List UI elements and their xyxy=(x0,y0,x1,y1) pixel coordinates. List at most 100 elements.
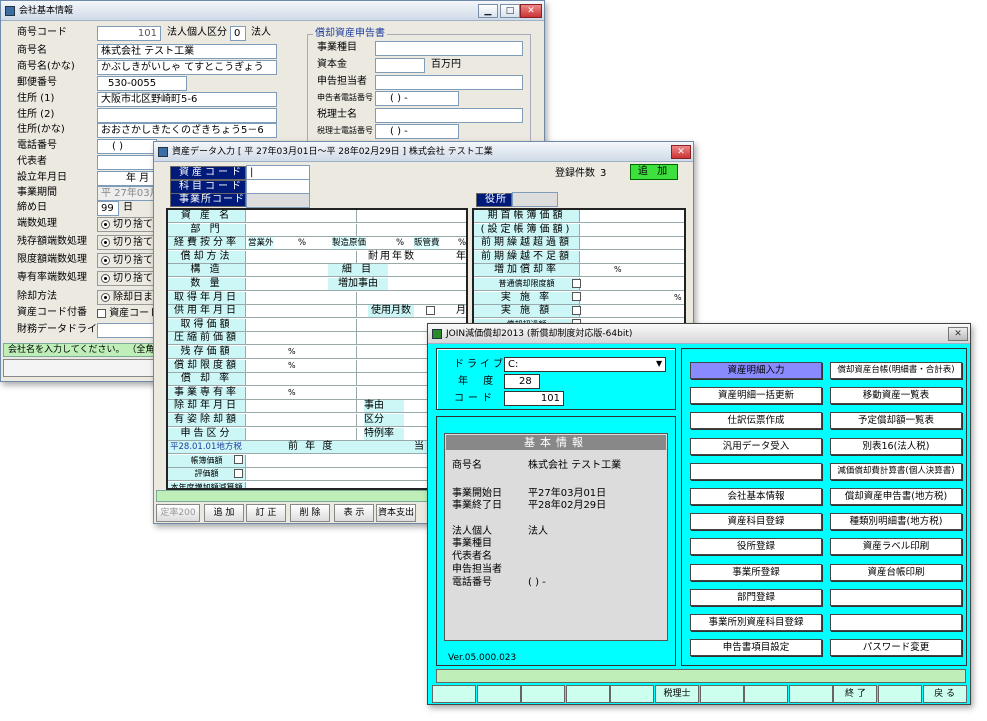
disposal-select[interactable]: 除却日ま xyxy=(97,290,157,305)
office-code-input[interactable] xyxy=(246,193,310,208)
menu-button-left[interactable] xyxy=(690,462,822,480)
office-input[interactable] xyxy=(512,192,558,207)
asset-row-value[interactable] xyxy=(247,332,357,345)
asset-window-titlebar[interactable]: 資産データ入力 [ 平 27年03月01日～平 28年02月29日 ] 株式会社… xyxy=(154,142,693,162)
company-window-titlebar[interactable]: 会社基本情報 xyxy=(1,1,544,21)
checkbox[interactable] xyxy=(572,292,581,304)
type-code-field[interactable]: 0 xyxy=(230,26,246,41)
company-name-field[interactable]: 株式会社 テスト工業 xyxy=(97,44,277,59)
asset-row-value[interactable] xyxy=(247,359,357,372)
status-key[interactable] xyxy=(878,685,922,703)
function-key[interactable]: 資本支出 xyxy=(376,504,416,522)
menu-button-left[interactable]: 部門登録 xyxy=(690,588,822,606)
residual-select[interactable]: 切り捨て xyxy=(97,235,157,250)
join-input-line[interactable] xyxy=(436,669,966,683)
limit-select[interactable]: 切り捨て xyxy=(97,253,157,268)
menu-button-left[interactable]: 会社基本情報 xyxy=(690,488,822,505)
menu-button-right[interactable]: 別表16(法人税) xyxy=(830,437,962,455)
address1-field[interactable]: 大阪市北区野崎町5-6 xyxy=(97,92,277,107)
finance-drive-field[interactable] xyxy=(97,323,157,338)
period-field[interactable]: 平 27年03月 xyxy=(97,186,157,201)
closing-field[interactable]: 99 xyxy=(97,201,119,216)
status-key[interactable]: 税理士 xyxy=(655,685,699,703)
function-key[interactable]: 削 除 xyxy=(290,504,330,522)
function-key[interactable]: 定率200 xyxy=(156,504,200,522)
maximize-button[interactable]: □ xyxy=(500,4,520,18)
close-button[interactable]: ✕ xyxy=(671,145,691,159)
menu-button-right[interactable]: 予定償却額一覧表 xyxy=(830,412,962,430)
function-key[interactable]: 訂 正 xyxy=(246,504,286,522)
close-button[interactable]: ✕ xyxy=(948,327,968,341)
status-key[interactable] xyxy=(432,685,476,703)
asset-row-value[interactable] xyxy=(247,305,357,318)
menu-button-right[interactable]: パスワード変更 xyxy=(830,639,962,657)
menu-button-right[interactable] xyxy=(830,614,962,631)
menu-button-right[interactable]: 減価償却費計算書(個人決算書) xyxy=(830,462,962,480)
function-key[interactable]: 表 示 xyxy=(334,504,374,522)
drive-select[interactable]: C: xyxy=(504,357,666,372)
company-code-field[interactable]: 101 xyxy=(97,26,161,41)
status-key[interactable] xyxy=(476,685,521,703)
business-type-field[interactable] xyxy=(375,41,523,56)
menu-button-left[interactable]: 仕訳伝票作成 xyxy=(690,412,822,430)
asset-row-value[interactable] xyxy=(247,414,357,426)
menu-button-left[interactable]: 申告書項目設定 xyxy=(690,639,822,657)
menu-button-right[interactable]: 償却資産台帳(明細書・合計表) xyxy=(830,362,962,379)
status-key[interactable]: 終 了 xyxy=(833,685,878,703)
code-input[interactable]: 101 xyxy=(504,391,564,406)
tax-phone-field[interactable]: ( ) - xyxy=(375,124,459,139)
status-key[interactable] xyxy=(610,685,655,703)
rounding-select[interactable]: 切り捨て xyxy=(97,217,157,232)
tax-accountant-field[interactable] xyxy=(375,108,523,123)
asset-row-value[interactable] xyxy=(247,210,357,222)
input-area[interactable] xyxy=(156,490,456,502)
checkbox[interactable] xyxy=(572,305,581,317)
reporter-field[interactable] xyxy=(375,75,523,90)
address2-field[interactable] xyxy=(97,108,277,123)
menu-button-left[interactable]: 事業所登録 xyxy=(690,563,822,581)
status-key[interactable] xyxy=(744,685,789,703)
year-input[interactable]: 28 xyxy=(504,374,540,389)
asset-row-value[interactable] xyxy=(247,250,357,263)
close-button[interactable]: ✕ xyxy=(520,4,542,18)
account-code-input[interactable] xyxy=(246,179,310,194)
menu-button-right[interactable]: 償却資産申告書(地方税) xyxy=(830,488,962,505)
menu-button-left[interactable]: 事業所別資産科目登録 xyxy=(690,614,822,631)
menu-button-right[interactable]: 資産ラベル印刷 xyxy=(830,538,962,556)
menu-button-right[interactable] xyxy=(830,588,962,606)
status-key[interactable] xyxy=(565,685,610,703)
status-key[interactable]: 戻 る xyxy=(922,685,967,703)
address-kana-field[interactable]: おおさかしきたくのざきちょう5－6 xyxy=(97,123,277,138)
asset-row-value[interactable] xyxy=(247,318,357,331)
asset-row-value[interactable] xyxy=(247,386,357,399)
asset-row-value[interactable] xyxy=(247,291,357,304)
reporter-phone-field[interactable]: ( ) - xyxy=(375,91,459,106)
postal-field[interactable]: 530-0055 xyxy=(97,76,187,91)
checkbox[interactable] xyxy=(234,455,243,467)
asset-row-value[interactable] xyxy=(247,427,357,440)
use-months-checkbox[interactable] xyxy=(426,305,435,317)
menu-button-left[interactable]: 役所登録 xyxy=(690,538,822,556)
capital-field[interactable] xyxy=(375,58,425,73)
checkbox[interactable] xyxy=(234,468,243,480)
menu-button-right[interactable]: 資産台帳印刷 xyxy=(830,563,962,581)
asset-row-value[interactable] xyxy=(247,223,357,236)
checkbox[interactable] xyxy=(572,278,581,290)
status-key[interactable] xyxy=(521,685,566,703)
join-window-titlebar[interactable]: JOIN減価償却2013 (新償却制度対応版-64bit) xyxy=(428,324,970,344)
function-key[interactable]: 追 加 xyxy=(204,504,244,522)
status-key[interactable] xyxy=(788,685,833,703)
chevron-down-icon[interactable]: ▼ xyxy=(656,359,662,368)
menu-button-left[interactable]: 資産明細一括更新 xyxy=(690,387,822,405)
status-key[interactable] xyxy=(699,685,744,703)
menu-button-right[interactable]: 種類別明細書(地方税) xyxy=(830,513,962,531)
asset-code-input[interactable]: | xyxy=(246,165,310,180)
representative-field[interactable] xyxy=(97,155,157,170)
asset-row-value[interactable] xyxy=(247,373,357,386)
phone-field[interactable]: ( ) xyxy=(97,139,157,154)
asset-row-value[interactable] xyxy=(247,346,357,358)
menu-button-right[interactable]: 移動資産一覧表 xyxy=(830,387,962,405)
company-kana-field[interactable]: かぶしきがいしゃ てすとこうぎょう xyxy=(97,60,277,75)
asset-row-value[interactable] xyxy=(247,400,357,413)
menu-button-left[interactable]: 汎用データ受入 xyxy=(690,437,822,455)
